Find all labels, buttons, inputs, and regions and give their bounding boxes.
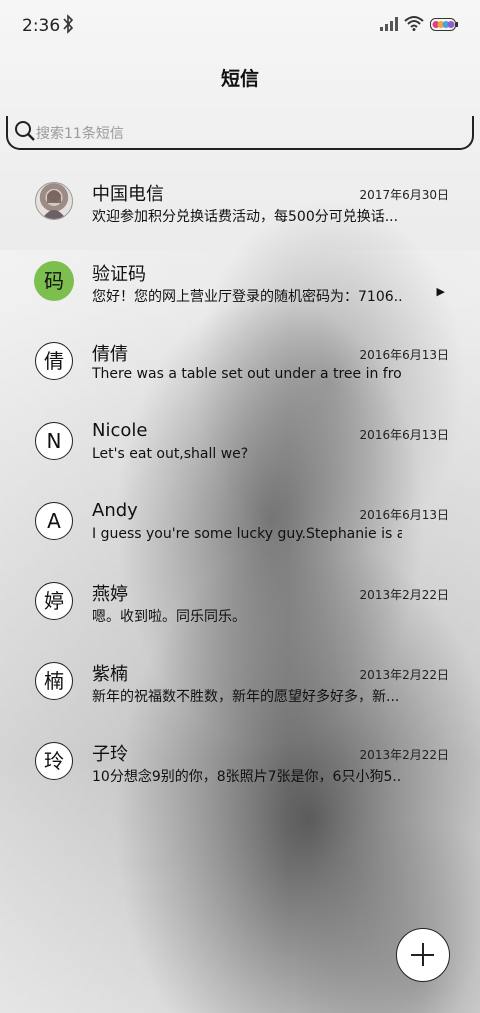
message-date: 2016年6月13日 bbox=[359, 508, 449, 522]
message-preview: Let's eat out,shall we? bbox=[92, 446, 249, 462]
conversation-item[interactable]: 婷 燕婷 2013年2月22日 嗯。收到啦。同乐同乐。 bbox=[0, 570, 480, 650]
search-bar[interactable]: 搜索11条短信 bbox=[6, 116, 474, 150]
message-preview: 10分想念9别的你，8张照片7张是你，6只小狗5... bbox=[92, 769, 402, 785]
signal-icon bbox=[380, 17, 398, 31]
search-input[interactable]: 搜索11条短信 bbox=[36, 123, 124, 143]
battery-icon bbox=[430, 18, 458, 31]
avatar: 楠 bbox=[35, 662, 73, 700]
conversation-item[interactable]: N Nicole 2016年6月13日 Let's eat out,shall … bbox=[0, 410, 480, 490]
conversation-item[interactable]: A Andy 2016年6月13日 I guess you're some lu… bbox=[0, 490, 480, 570]
message-date: 2016年6月13日 bbox=[359, 428, 449, 442]
conversation-item[interactable]: 楠 紫楠 2013年2月22日 新年的祝福数不胜数，新年的愿望好多好多，新... bbox=[0, 650, 480, 730]
contact-name: 子玲 bbox=[92, 744, 128, 765]
search-icon bbox=[15, 121, 35, 141]
bluetooth-icon bbox=[63, 14, 74, 34]
avatar: 倩 bbox=[35, 342, 73, 380]
message-date: 2013年2月22日 bbox=[359, 748, 449, 762]
avatar-photo-icon bbox=[42, 190, 66, 219]
status-bar: 2:36 bbox=[0, 0, 480, 52]
message-preview: I guess you're some lucky guy.Stephanie … bbox=[92, 526, 402, 542]
conversation-item[interactable]: 码 验证码 您好！您的网上营业厅登录的随机密码为：7106... ▶ bbox=[0, 250, 480, 330]
message-preview: 欢迎参加积分兑换话费活动，每500分可兑换话... bbox=[92, 209, 399, 225]
message-preview: There was a table set out under a tree i… bbox=[92, 366, 402, 382]
message-preview: 嗯。收到啦。同乐同乐。 bbox=[92, 609, 246, 625]
page-title: 短信 bbox=[220, 68, 259, 90]
conversation-item[interactable]: 中国电信 2017年6月30日 欢迎参加积分兑换话费活动，每500分可兑换话..… bbox=[0, 170, 480, 250]
message-preview: 您好！您的网上营业厅登录的随机密码为：7106... bbox=[92, 289, 402, 305]
message-preview: 新年的祝福数不胜数，新年的愿望好多好多，新... bbox=[92, 689, 400, 705]
avatar: 婷 bbox=[35, 582, 73, 620]
contact-name: 紫楠 bbox=[92, 664, 128, 685]
contact-name: 燕婷 bbox=[92, 584, 128, 605]
conversation-item[interactable]: 倩 倩倩 2016年6月13日 There was a table set ou… bbox=[0, 330, 480, 410]
avatar: N bbox=[35, 422, 73, 460]
contact-name: 倩倩 bbox=[92, 344, 128, 365]
avatar: A bbox=[35, 502, 73, 540]
message-date: 2017年6月30日 bbox=[359, 188, 449, 202]
plus-icon bbox=[422, 943, 424, 966]
avatar: 玲 bbox=[35, 742, 73, 780]
conversation-item[interactable]: 玲 子玲 2013年2月22日 10分想念9别的你，8张照片7张是你，6只小狗5… bbox=[0, 730, 480, 810]
play-arrow-icon[interactable]: ▶ bbox=[437, 285, 445, 298]
contact-name: 中国电信 bbox=[92, 184, 164, 205]
wifi-icon bbox=[404, 16, 424, 31]
message-date: 2013年2月22日 bbox=[359, 668, 449, 682]
contact-name: Nicole bbox=[92, 420, 148, 441]
message-date: 2013年2月22日 bbox=[359, 588, 449, 602]
contact-name: Andy bbox=[92, 500, 138, 521]
status-time: 2:36 bbox=[22, 16, 61, 36]
avatar: 码 bbox=[34, 261, 74, 301]
message-date: 2016年6月13日 bbox=[359, 348, 449, 362]
contact-name: 验证码 bbox=[92, 264, 146, 285]
compose-button[interactable] bbox=[396, 928, 450, 982]
avatar bbox=[35, 182, 73, 220]
